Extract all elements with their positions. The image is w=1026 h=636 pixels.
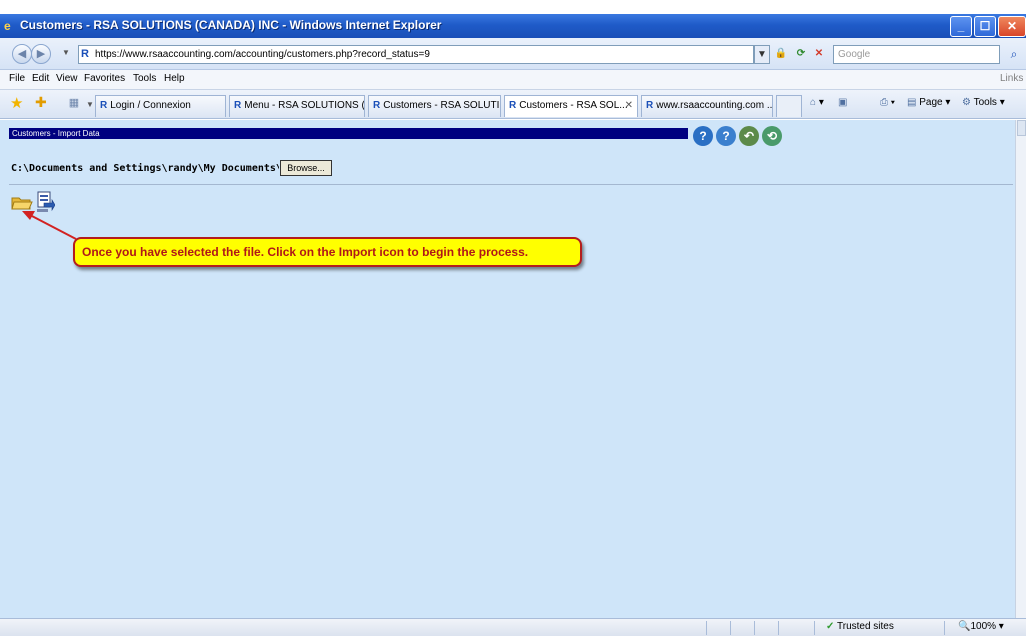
tab-list-dropdown-icon[interactable]: ▼ <box>86 100 94 109</box>
browser-window: e Customers - RSA SOLUTIONS (CANADA) INC… <box>0 0 1026 636</box>
address-bar: ◀ ▶ ▼ R https://www.rsaaccounting.com/ac… <box>0 38 1026 70</box>
ie-logo-icon: e <box>4 19 11 33</box>
status-bar: ✓ Trusted sites 🔍100% ▾ <box>0 618 1026 636</box>
help-icon[interactable]: ? <box>693 126 713 146</box>
status-divider <box>706 621 707 635</box>
tab-favicon-icon: R <box>373 100 381 111</box>
menu-view[interactable]: View <box>56 73 78 84</box>
maximize-button[interactable]: ☐ <box>974 16 996 37</box>
divider <box>9 184 1013 185</box>
tools-menu[interactable]: ⚙ Tools ▾ <box>962 97 1005 108</box>
status-divider <box>730 621 731 635</box>
tab-favicon-icon: R <box>509 100 517 111</box>
status-divider <box>814 621 815 635</box>
add-favorite-icon[interactable]: ✚ <box>35 94 47 111</box>
menu-help[interactable]: Help <box>164 73 185 84</box>
import-icon[interactable] <box>35 191 55 213</box>
back-arrow-icon[interactable]: ↶ <box>739 126 759 146</box>
status-divider <box>754 621 755 635</box>
tools-menu-label: Tools <box>973 97 997 108</box>
tab-menu[interactable]: R Menu - RSA SOLUTIONS (... <box>229 95 365 117</box>
status-divider <box>778 621 779 635</box>
tab-bar: ★ ✚ ▦ ▼ R Login / Connexion R Menu - RSA S… <box>0 90 1026 119</box>
file-path-input[interactable]: C:\Documents and Settings\randy\My Docum… <box>11 162 279 175</box>
pointer-arrow <box>22 211 77 240</box>
back-button[interactable]: ◀ <box>12 44 32 64</box>
history-dropdown-icon[interactable]: ▼ <box>62 48 70 57</box>
tab-favicon-icon: R <box>234 100 242 111</box>
open-folder-icon[interactable] <box>11 193 33 211</box>
refresh-page-icon[interactable]: ⟲ <box>762 126 782 146</box>
stop-icon[interactable]: ✕ <box>811 45 827 64</box>
refresh-icon[interactable]: ⟳ <box>793 45 809 64</box>
lock-icon[interactable]: 🔒 <box>773 45 789 64</box>
print-icon[interactable]: ⎙ ▾ <box>880 97 895 108</box>
tab-label: Customers - RSA SOL... <box>519 100 628 111</box>
zoom-control[interactable]: 🔍100% ▾ <box>958 621 1004 632</box>
page-header-bar: Customers - Import Data <box>9 128 688 139</box>
menu-tools[interactable]: Tools <box>133 73 156 84</box>
forward-button[interactable]: ▶ <box>31 44 51 64</box>
tab-favicon-icon: R <box>646 100 654 111</box>
tab-favicon-icon: R <box>100 100 108 111</box>
search-icon[interactable]: ⌕ <box>1004 45 1024 64</box>
menu-favorites[interactable]: Favorites <box>84 73 125 84</box>
scrollbar-thumb[interactable] <box>1017 120 1026 136</box>
menu-edit[interactable]: Edit <box>32 73 49 84</box>
site-favicon-icon: R <box>81 48 89 60</box>
security-zone[interactable]: ✓ Trusted sites <box>826 621 894 632</box>
feeds-icon[interactable]: ▣ <box>838 97 847 108</box>
tab-close-icon[interactable]: ✕ <box>625 100 633 111</box>
url-dropdown-button[interactable]: ▼ <box>754 45 770 64</box>
tab-label: www.rsaaccounting.com ... <box>656 100 773 111</box>
window-title: Customers - RSA SOLUTIONS (CANADA) INC -… <box>20 18 442 32</box>
checkmark-icon: ✓ <box>826 621 835 632</box>
url-input[interactable]: R https://www.rsaaccounting.com/accounti… <box>78 45 754 64</box>
tab-rsaaccounting[interactable]: Rwww.rsaaccounting.com ... <box>641 95 773 117</box>
browse-button[interactable]: Browse... <box>280 160 332 176</box>
search-input[interactable]: Google <box>833 45 1000 64</box>
tab-customers-1[interactable]: R Customers - RSA SOLUTI... <box>368 95 501 117</box>
security-zone-label: Trusted sites <box>837 621 894 632</box>
tab-login[interactable]: R Login / Connexion <box>95 95 226 117</box>
zoom-level: 100% <box>970 621 997 632</box>
url-text: https://www.rsaaccounting.com/accounting… <box>95 49 430 60</box>
vertical-scrollbar[interactable] <box>1015 120 1026 618</box>
instruction-callout: Once you have selected the file. Click o… <box>73 237 582 267</box>
title-bar: e Customers - RSA SOLUTIONS (CANADA) INC… <box>0 14 1026 38</box>
quick-tabs-icon[interactable]: ▦ <box>66 96 82 112</box>
gear-icon: ⚙ <box>962 97 971 108</box>
page-menu[interactable]: ▤ Page ▾ <box>907 97 950 108</box>
page-content: Customers - Import Data ? ? ↶ ⟲ C:\Docum… <box>0 120 1015 618</box>
minimize-button[interactable]: _ <box>950 16 972 37</box>
close-button[interactable]: ✕ <box>998 16 1026 37</box>
tab-customers-active[interactable]: R Customers - RSA SOL... ✕ <box>504 95 638 117</box>
tab-label: Login / Connexion <box>110 100 191 111</box>
zoom-icon: 🔍 <box>958 621 971 632</box>
menu-file[interactable]: File <box>9 73 25 84</box>
contact-help-icon[interactable]: ? <box>716 126 736 146</box>
tab-label: Menu - RSA SOLUTIONS (... <box>244 100 365 111</box>
new-tab-button[interactable] <box>776 95 802 117</box>
page-icon: ▤ <box>907 97 917 108</box>
status-divider <box>944 621 945 635</box>
home-icon[interactable]: ⌂ ▾ <box>810 97 824 108</box>
tab-label: Customers - RSA SOLUTI... <box>383 100 501 111</box>
links-toolbar[interactable]: Links <box>1000 73 1023 84</box>
page-menu-label: Page <box>919 97 943 108</box>
favorites-center-icon[interactable]: ★ <box>10 94 23 112</box>
menu-bar: File Edit View Favorites Tools Help Link… <box>0 70 1026 90</box>
